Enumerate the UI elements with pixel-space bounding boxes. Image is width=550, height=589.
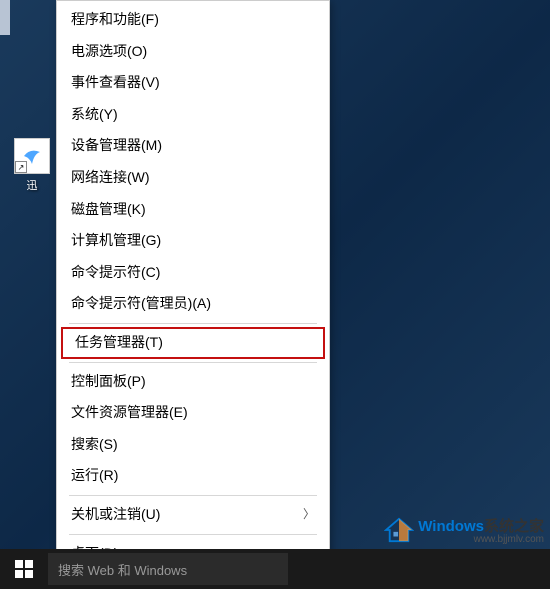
menu-system[interactable]: 系统(Y) xyxy=(57,99,329,131)
start-button[interactable] xyxy=(0,549,48,589)
shortcut-icon: ↗ xyxy=(14,138,50,174)
menu-command-prompt[interactable]: 命令提示符(C) xyxy=(57,257,329,289)
watermark-brand: Windows系统之家 xyxy=(418,515,544,536)
chevron-right-icon: 〉 xyxy=(303,506,315,523)
menu-control-panel[interactable]: 控制面板(P) xyxy=(57,366,329,398)
menu-separator xyxy=(69,495,317,496)
shortcut-label: 迅 xyxy=(27,177,38,193)
menu-file-explorer[interactable]: 文件资源管理器(E) xyxy=(57,397,329,429)
menu-task-manager[interactable]: 任务管理器(T) xyxy=(61,327,325,359)
menu-computer-management[interactable]: 计算机管理(G) xyxy=(57,225,329,257)
menu-search[interactable]: 搜索(S) xyxy=(57,429,329,461)
menu-disk-management[interactable]: 磁盘管理(K) xyxy=(57,194,329,226)
shortcut-arrow-icon: ↗ xyxy=(15,161,27,173)
search-placeholder: 搜索 Web 和 Windows xyxy=(58,560,187,579)
menu-device-manager[interactable]: 设备管理器(M) xyxy=(57,130,329,162)
desktop-shortcut[interactable]: ↗ 迅 xyxy=(12,138,52,198)
taskbar-search[interactable]: 搜索 Web 和 Windows xyxy=(48,553,288,585)
winx-context-menu: 程序和功能(F) 电源选项(O) 事件查看器(V) 系统(Y) 设备管理器(M)… xyxy=(56,0,330,573)
menu-separator xyxy=(69,362,317,363)
menu-programs-features[interactable]: 程序和功能(F) xyxy=(57,4,329,36)
menu-separator xyxy=(69,323,317,324)
watermark: Windows系统之家 www.bjjmlv.com xyxy=(384,515,544,545)
menu-shutdown-signout[interactable]: 关机或注销(U) 〉 xyxy=(57,499,329,531)
menu-command-prompt-admin[interactable]: 命令提示符(管理员)(A) xyxy=(57,288,329,320)
menu-power-options[interactable]: 电源选项(O) xyxy=(57,36,329,68)
house-icon xyxy=(384,517,414,543)
menu-network-connections[interactable]: 网络连接(W) xyxy=(57,162,329,194)
desktop-icon-cutoff xyxy=(0,0,10,35)
taskbar: 搜索 Web 和 Windows xyxy=(0,549,550,589)
menu-separator xyxy=(69,534,317,535)
windows-icon xyxy=(15,560,33,578)
menu-event-viewer[interactable]: 事件查看器(V) xyxy=(57,67,329,99)
menu-run[interactable]: 运行(R) xyxy=(57,460,329,492)
